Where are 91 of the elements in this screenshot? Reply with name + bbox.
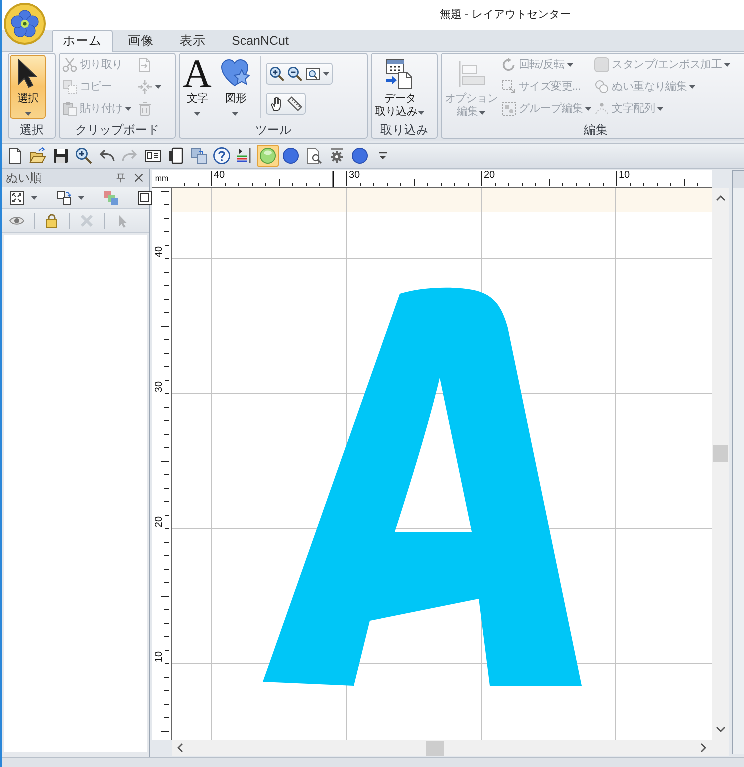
copy-icon <box>62 79 78 95</box>
scrollbar-thumb[interactable] <box>713 445 728 462</box>
tablet-icon <box>167 147 185 165</box>
panel-title: ぬい順 <box>6 171 42 185</box>
caret-icon <box>585 107 592 111</box>
toolbar-button[interactable] <box>73 145 95 167</box>
thread-needle-icon <box>236 147 254 165</box>
ruler-label: 10 <box>155 650 165 664</box>
ruler-icon <box>286 96 303 112</box>
chevron-down-icon <box>716 727 726 733</box>
ruler-label: 20 <box>483 171 496 181</box>
zoom-in-icon <box>75 147 93 165</box>
help-icon <box>213 147 231 165</box>
zoom-out-icon <box>286 66 303 82</box>
caret-icon <box>418 110 426 114</box>
ribbon-button[interactable]: A 文字 <box>181 55 214 119</box>
overlapping-circles-icon <box>594 79 610 95</box>
zoom-in-icon <box>268 66 285 82</box>
caret-icon <box>154 85 162 89</box>
fit-frame-icon <box>9 190 25 206</box>
caret-icon <box>194 112 201 116</box>
toolbar-button[interactable] <box>349 145 371 167</box>
cross-icon <box>79 212 95 228</box>
circle-icon <box>282 147 300 165</box>
caret-icon <box>657 107 664 111</box>
horizontal-scrollbar[interactable] <box>172 740 729 756</box>
rotate-icon <box>501 57 518 73</box>
stacked-squares-icon <box>103 190 119 206</box>
group-label: 編集 <box>584 122 608 136</box>
ribbon-tab[interactable]: 表示 <box>169 30 217 51</box>
ribbon-button[interactable]: 図形 <box>218 55 254 119</box>
chevron-left-icon <box>177 743 183 753</box>
caret-icon <box>689 85 696 89</box>
four-arrows-icon <box>136 79 153 95</box>
close-button[interactable] <box>133 172 145 184</box>
caret-icon <box>232 112 240 116</box>
circle-icon <box>351 147 369 165</box>
ruler-label: 10 <box>618 171 632 181</box>
group-label: 取り込み <box>380 122 428 136</box>
ribbon-tab[interactable]: ScanNCut <box>221 30 300 51</box>
close-icon <box>134 173 144 183</box>
ruler-label: 40 <box>155 245 165 259</box>
ribbon-button[interactable]: データ 取り込み <box>373 55 428 119</box>
window-title: 無題 - レイアウトセンター <box>440 8 571 23</box>
document-magnifier-icon <box>305 147 323 165</box>
caret-icon <box>78 196 85 200</box>
caret-icon <box>479 110 486 114</box>
caret-icon <box>566 63 574 67</box>
frame-magnifier-icon <box>304 66 321 82</box>
group-label: ツール <box>256 122 292 136</box>
trash-icon <box>136 101 153 117</box>
caret-icon <box>24 112 32 116</box>
rounded-square-icon <box>594 57 610 73</box>
card-icon <box>144 147 162 165</box>
lock-icon <box>44 212 60 228</box>
group-label: 選択 <box>20 122 44 136</box>
scissors-icon <box>62 57 78 73</box>
circle-icon <box>259 147 277 165</box>
text-arc-icon <box>594 101 610 117</box>
ribbon-tab[interactable]: 画像 <box>117 30 165 51</box>
caret-icon <box>31 196 38 200</box>
linked-squares-icon <box>56 190 72 206</box>
toolbar-button[interactable] <box>211 145 233 167</box>
chevron-right-icon <box>701 743 707 753</box>
document-arrow-icon <box>136 57 153 73</box>
ruler-label: 40 <box>213 171 226 181</box>
open-folder-icon <box>29 147 47 165</box>
caret-icon <box>724 63 731 67</box>
letter-icon: A <box>183 58 212 90</box>
group-icon <box>501 101 518 117</box>
ruler-label: 20 <box>155 515 165 529</box>
unit-label: mm <box>155 174 169 182</box>
clipboard-icon <box>62 101 78 117</box>
ribbon-button[interactable]: 選択 <box>10 55 46 119</box>
resize-icon <box>501 79 518 95</box>
chevron-up-icon <box>716 195 726 201</box>
toolbar-button[interactable] <box>280 145 302 167</box>
caret-icon <box>124 107 132 111</box>
vertical-scrollbar[interactable] <box>712 188 729 740</box>
caret-icon <box>322 72 330 76</box>
window-transfer-icon <box>190 147 208 165</box>
scrollbar-thumb[interactable] <box>426 741 444 756</box>
pin-icon <box>116 173 126 183</box>
ribbon-tab[interactable]: ホーム <box>52 30 113 52</box>
pin-button[interactable] <box>115 172 127 184</box>
ruler-label: 30 <box>348 171 362 181</box>
new-document-icon <box>6 147 24 165</box>
group-label: クリップボード <box>76 122 160 136</box>
flower-icon <box>10 9 40 39</box>
gear-icon <box>328 147 346 165</box>
ruler-label: 30 <box>155 380 165 394</box>
